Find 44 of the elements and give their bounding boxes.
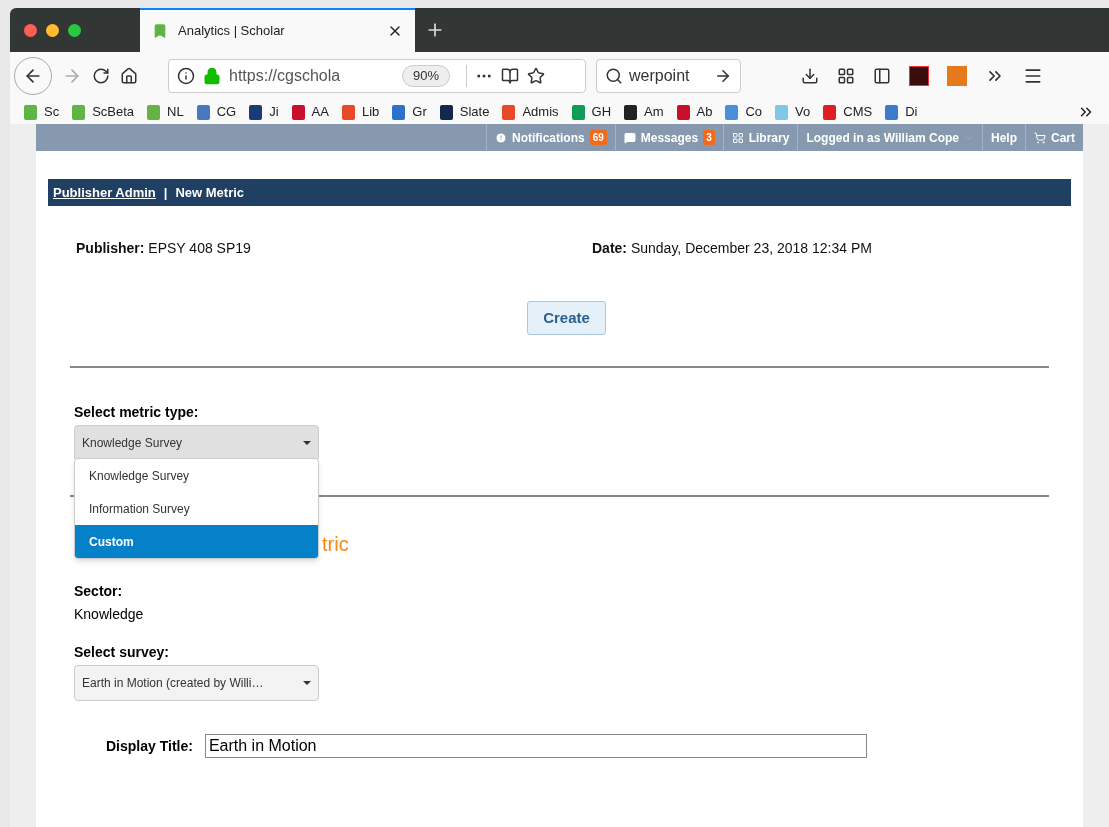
metric-type-dropdown[interactable]: Knowledge Survey bbox=[74, 425, 319, 461]
bookmark-item[interactable]: Gr bbox=[392, 102, 427, 122]
bookmark-item[interactable]: Vo bbox=[775, 102, 811, 122]
bookmark-item[interactable]: ScBeta bbox=[72, 102, 135, 122]
search-field[interactable]: werpoint bbox=[596, 59, 741, 93]
breadcrumb-current: New Metric bbox=[175, 183, 245, 202]
search-text: werpoint bbox=[629, 66, 691, 86]
bookmark-item[interactable]: CMS bbox=[823, 102, 873, 122]
url-text: https://cgschola bbox=[229, 66, 342, 86]
field-label: Display Title: bbox=[106, 736, 193, 756]
section-heading: tric bbox=[322, 532, 349, 557]
bookmark-item[interactable]: GH bbox=[571, 102, 612, 122]
bookmark-item[interactable]: NL bbox=[147, 102, 184, 122]
field-label: Select metric type: bbox=[74, 403, 200, 422]
count-badge: 3 bbox=[703, 130, 715, 145]
bookmark-item[interactable]: Lib bbox=[341, 102, 380, 122]
bookmark-item[interactable]: Slate bbox=[439, 102, 490, 122]
bookmark-item[interactable]: Co bbox=[725, 102, 763, 122]
publisher-text: Publisher: EPSY 408 SP19 bbox=[76, 239, 252, 258]
create-button[interactable]: Create bbox=[527, 301, 606, 335]
breadcrumb-link[interactable]: Publisher Admin bbox=[53, 182, 156, 203]
bookmark-item[interactable]: Am bbox=[624, 102, 664, 122]
count-badge: 69 bbox=[589, 130, 607, 145]
zoom-badge[interactable]: 90% bbox=[402, 65, 451, 87]
bookmark-item[interactable]: AA bbox=[291, 102, 329, 122]
field-label: Select survey: bbox=[74, 643, 170, 662]
field-label: Sector: bbox=[74, 582, 124, 601]
browser-tab[interactable]: Analytics | Scholar bbox=[140, 8, 415, 52]
breadcrumb-separator: | bbox=[163, 183, 168, 202]
dropdown-option[interactable]: Custom bbox=[75, 525, 318, 558]
sector-value: Knowledge bbox=[74, 605, 145, 624]
display-title-field[interactable]: Earth in Motion bbox=[204, 734, 867, 758]
date-text: Date: Sunday, December 23, 2018 12:34 PM bbox=[592, 239, 872, 258]
bookmark-item[interactable]: Di bbox=[885, 102, 918, 122]
bookmark-item[interactable]: Sc bbox=[24, 102, 60, 122]
survey-dropdown[interactable]: Earth in Motion (created by Willi… bbox=[74, 665, 319, 701]
dropdown-option[interactable]: Knowledge Survey bbox=[75, 459, 318, 492]
bookmark-item[interactable]: Ji bbox=[249, 102, 279, 122]
bookmark-item[interactable]: Admis bbox=[502, 102, 559, 122]
dropdown-option[interactable]: Information Survey bbox=[75, 492, 318, 525]
address-bar[interactable]: https://cgschola 90% bbox=[168, 59, 586, 93]
bookmark-item[interactable]: CG bbox=[196, 102, 237, 122]
bookmark-item[interactable]: Ab bbox=[676, 102, 713, 122]
tab-title: Analytics | Scholar bbox=[178, 22, 286, 41]
